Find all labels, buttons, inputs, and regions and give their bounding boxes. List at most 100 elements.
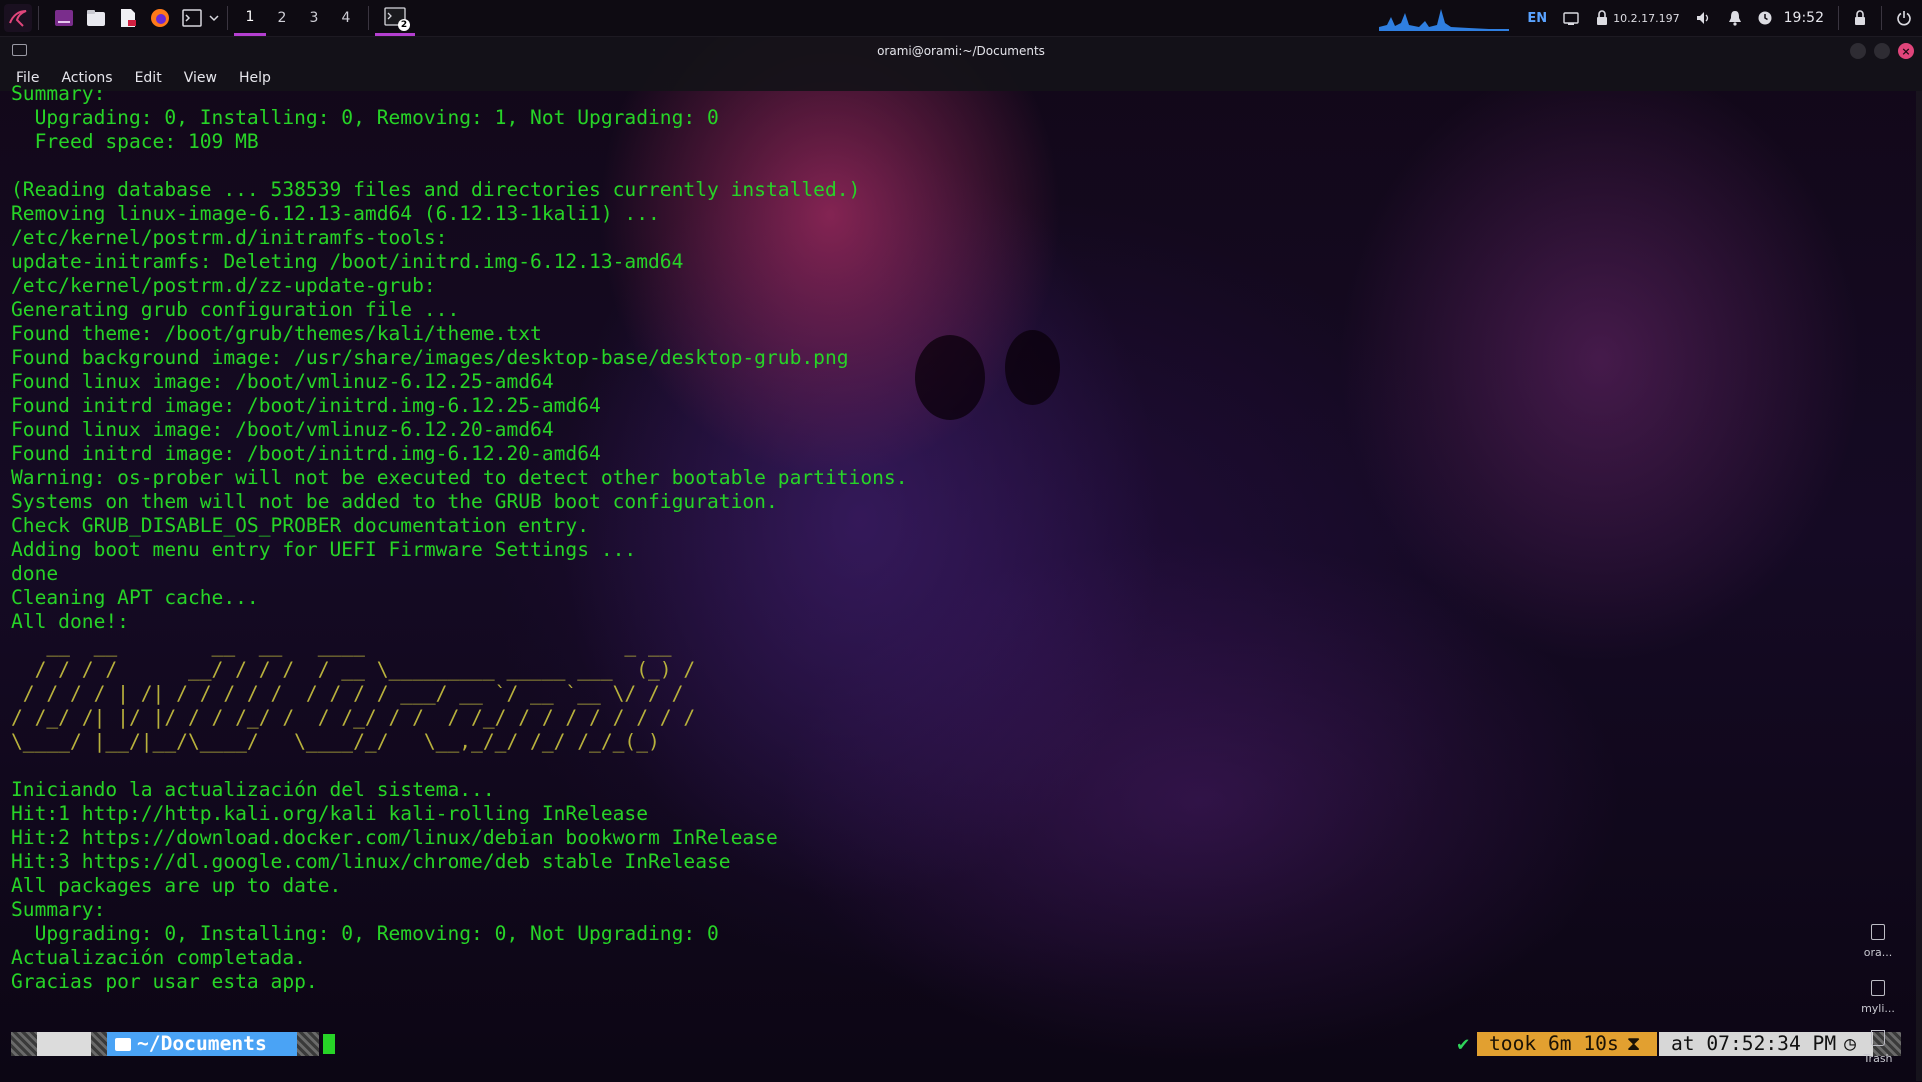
terminal-line: Hit:2 https://download.docker.com/linux/… (11, 826, 778, 849)
panel-separator (1838, 6, 1839, 30)
vpn-lock-icon[interactable] (1595, 10, 1609, 26)
terminal-line: Check GRUB_DISABLE_OS_PROBER documentati… (11, 514, 590, 537)
terminal-line: All packages are up to date. (11, 874, 342, 897)
ascii-art-line: \____/ |__/|__/\____/ \____/_/ \__,_/_/ … (11, 730, 660, 753)
minimize-button[interactable] (1850, 43, 1866, 59)
window-title: orami@orami:~/Documents (877, 44, 1045, 58)
keyboard-language-indicator[interactable]: EN (1527, 11, 1547, 26)
firefox-icon[interactable] (147, 5, 173, 31)
desktop-icon[interactable]: ora... (1856, 924, 1900, 959)
desktop-icon[interactable]: Trash (1856, 1030, 1900, 1065)
terminal-line: Found theme: /boot/grub/themes/kali/them… (11, 322, 542, 345)
kali-logo-icon[interactable] (4, 4, 32, 32)
desktop-icon-label: Trash (1863, 1052, 1893, 1065)
terminal-line: Warning: os-prober will not be executed … (11, 466, 908, 489)
system-tray: EN 10.2.17.197 19:52 (1379, 0, 1922, 36)
chevron-down-icon[interactable] (207, 5, 221, 31)
workspace-switcher: 1 2 3 4 (234, 0, 362, 36)
power-menu-icon[interactable] (1896, 10, 1912, 26)
prompt-time: at 07:52:34 PM (1671, 1032, 1837, 1055)
file-icon (1871, 924, 1885, 940)
power-icon[interactable] (1758, 11, 1772, 25)
prompt-left-hatch (11, 1032, 37, 1056)
panel-separator (368, 6, 369, 30)
terminal-cursor (323, 1034, 335, 1054)
prompt-directory: ~/Documents (137, 1032, 267, 1055)
terminal-line: Cleaning APT cache... (11, 586, 259, 609)
terminal-line: update-initramfs: Deleting /boot/initrd.… (11, 250, 684, 273)
terminal-line: Summary: (11, 82, 106, 105)
terminal-line: Generating grub configuration file ... (11, 298, 460, 321)
trash-icon (1871, 1030, 1885, 1046)
text-editor-icon[interactable] (115, 5, 141, 31)
terminal-output[interactable]: Summary: Upgrading: 0, Installing: 0, Re… (11, 82, 1901, 1032)
file-manager-icon[interactable] (83, 5, 109, 31)
terminal-line: Actualización completada. (11, 946, 306, 969)
workspace-2-button[interactable]: 2 (266, 0, 298, 36)
file-icon (1871, 980, 1885, 996)
lock-icon[interactable] (1853, 10, 1867, 26)
terminal-line: Found initrd image: /boot/initrd.img-6.1… (11, 442, 601, 465)
desktop-icon-label: ora... (1863, 946, 1893, 959)
close-button[interactable]: × (1898, 43, 1914, 59)
folder-icon (115, 1038, 131, 1051)
terminal-line: /etc/kernel/postrm.d/zz-update-grub: (11, 274, 436, 297)
prompt-directory-segment: ~/Documents (107, 1032, 297, 1056)
ip-address-label: 10.2.17.197 (1613, 11, 1680, 25)
panel-separator (227, 6, 228, 30)
terminal-line: done (11, 562, 59, 585)
terminal-line: Found initrd image: /boot/initrd.img-6.1… (11, 394, 601, 417)
app-launcher (0, 0, 234, 36)
clock-label[interactable]: 19:52 (1784, 10, 1824, 26)
network-icon[interactable] (1563, 11, 1579, 25)
task-count-badge: 2 (398, 18, 410, 31)
hourglass-icon: ⧗ (1626, 1032, 1641, 1055)
maximize-button[interactable] (1874, 43, 1890, 59)
terminal-line: Hit:1 http://http.kali.org/kali kali-rol… (11, 802, 649, 825)
prompt-duration-segment: took 6m 10s ⧗ (1477, 1032, 1657, 1056)
ascii-art-line: / /_/ /| |/ |/ / / /_/ / / /_/ / / / /_/… (11, 706, 696, 729)
cpu-usage-graph[interactable] (1379, 5, 1510, 31)
workspace-3-button[interactable]: 3 (298, 0, 330, 36)
terminal-icon[interactable] (179, 5, 205, 31)
taskbar-terminal-button[interactable]: 2 (375, 0, 415, 36)
ascii-art-line: / / / / __/ / / / / __ \_________ _____ … (11, 658, 696, 681)
terminal-line: Summary: (11, 898, 106, 921)
terminal-line: Adding boot menu entry for UEFI Firmware… (11, 538, 637, 561)
clock-icon: ◷ (1844, 1032, 1856, 1055)
terminal-line: Systems on them will not be added to the… (11, 490, 778, 513)
prompt-os-segment (37, 1032, 91, 1056)
terminal-line: Found linux image: /boot/vmlinuz-6.12.20… (11, 418, 554, 441)
terminal-line: All done!: (11, 610, 129, 633)
terminal-line: Found linux image: /boot/vmlinuz-6.12.25… (11, 370, 554, 393)
prompt-duration: took 6m 10s (1489, 1032, 1619, 1055)
window-titlebar[interactable]: orami@orami:~/Documents × (0, 37, 1922, 65)
prompt-time-segment: at 07:52:34 PM ◷ (1659, 1032, 1873, 1056)
terminal-line: Upgrading: 0, Installing: 0, Removing: 0… (11, 922, 719, 945)
terminal-line: Iniciando la actualización del sistema..… (11, 778, 495, 801)
ascii-art-line: / / / / | /| / / / / / / / / / ___/ __ `… (11, 682, 684, 705)
desktop-icon-label: myli... (1861, 1002, 1895, 1015)
ascii-art-line: __ __ __ __ ____ _ __ (11, 634, 672, 657)
window-controls: × (1842, 43, 1914, 59)
terminal-line: Freed space: 109 MB (11, 130, 259, 153)
terminal-line: (Reading database ... 538539 files and d… (11, 178, 861, 201)
terminal-line: Removing linux-image-6.12.13-amd64 (6.12… (11, 202, 660, 225)
panel-separator (1881, 6, 1882, 30)
terminal-scrollbar[interactable] (1916, 91, 1922, 1081)
volume-icon[interactable] (1696, 11, 1712, 25)
terminal-line: Hit:3 https://dl.google.com/linux/chrome… (11, 850, 731, 873)
workspace-4-button[interactable]: 4 (330, 0, 362, 36)
prompt-status-check: ✔ (1457, 1032, 1469, 1055)
shell-prompt[interactable]: ~/Documents ✔ took 6m 10s ⧗ at 07:52:34 P… (11, 1032, 1901, 1056)
terminal-line: Found background image: /usr/share/image… (11, 346, 849, 369)
panel-separator (38, 6, 39, 30)
notification-bell-icon[interactable] (1728, 10, 1742, 26)
top-panel: 1 2 3 4 2 EN 10.2.17.197 19:52 (0, 0, 1922, 37)
desktop-icon[interactable]: myli... (1856, 980, 1900, 1015)
prompt-left-hatch (297, 1032, 319, 1056)
workspace-1-button[interactable]: 1 (234, 0, 266, 36)
workspace-app-icon[interactable] (51, 5, 77, 31)
